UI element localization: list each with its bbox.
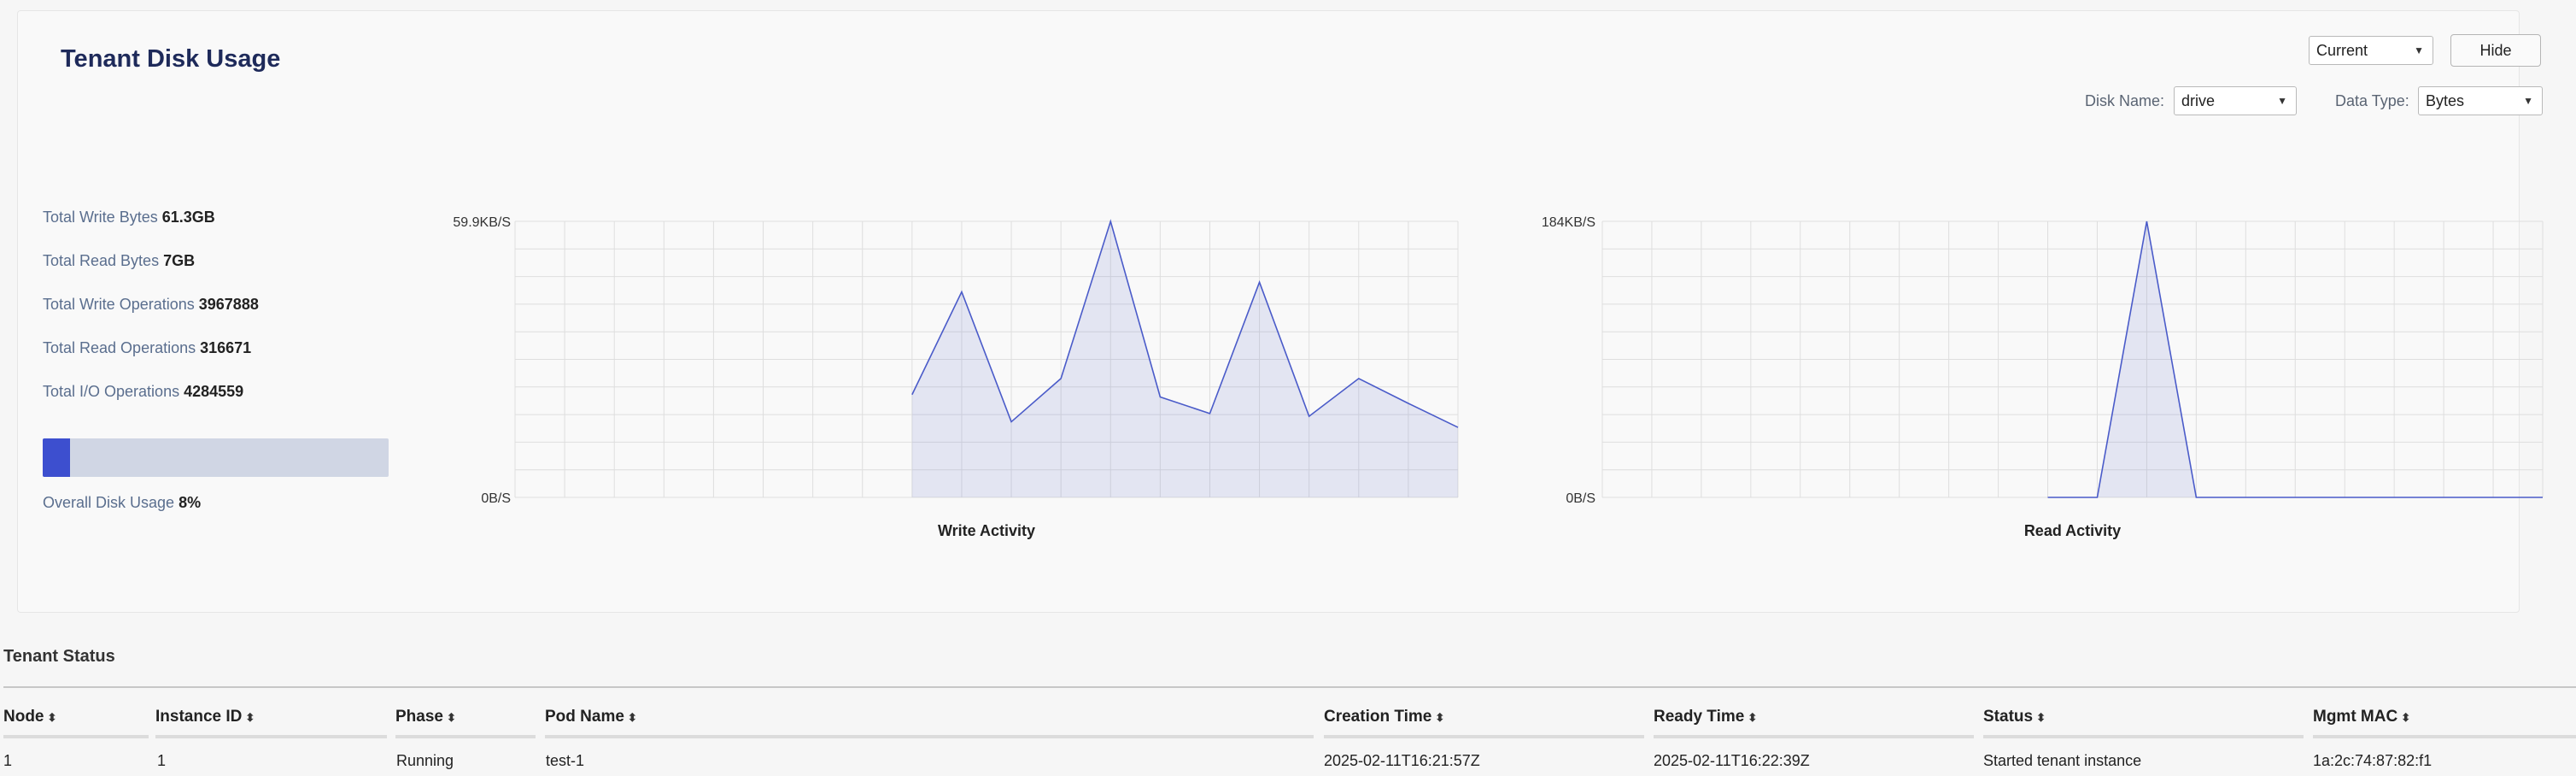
y-axis-min-label: 0B/S <box>1566 491 1595 506</box>
column-header-label: Status <box>1983 708 2034 726</box>
sort-icon: ⬍ <box>446 711 456 724</box>
column-header-ready-time[interactable]: Ready Time ⬍ <box>1654 708 1974 738</box>
chart-title: Write Activity <box>938 522 1035 539</box>
sort-icon: ⬍ <box>1748 711 1758 724</box>
sort-icon: ⬍ <box>2036 711 2046 724</box>
column-header-label: Phase <box>395 708 443 726</box>
column-header-instance-id[interactable]: Instance ID ⬍ <box>155 708 387 738</box>
cell-instance-id: 1 <box>157 752 167 769</box>
sort-icon: ⬍ <box>47 711 57 724</box>
tenant-status-title: Tenant Status <box>3 647 115 666</box>
column-header-label: Mgmt MAC <box>2313 708 2398 726</box>
sort-icon: ⬍ <box>245 711 255 724</box>
sort-icon: ⬍ <box>1435 711 1445 724</box>
section-divider <box>3 686 2576 688</box>
cell-node: 1 <box>3 752 13 769</box>
column-header-creation-time[interactable]: Creation Time ⬍ <box>1324 708 1644 738</box>
column-header-pod-name[interactable]: Pod Name ⬍ <box>545 708 1314 738</box>
y-axis-min-label: 0B/S <box>481 491 511 506</box>
column-header-label: Ready Time <box>1654 708 1745 726</box>
cell-phase: Running <box>396 752 454 769</box>
y-axis-max-label: 184KB/S <box>1542 215 1595 230</box>
sort-icon: ⬍ <box>2401 711 2411 724</box>
cell-mgmt-mac: 1a:2c:74:87:82:f1 <box>2313 752 2433 769</box>
sort-icon: ⬍ <box>627 711 637 724</box>
column-header-phase[interactable]: Phase ⬍ <box>395 708 536 738</box>
cell-ready-time: 2025-02-11T16:22:39Z <box>1654 752 1810 769</box>
cell-creation-time: 2025-02-11T16:21:57Z <box>1324 752 1480 769</box>
cell-pod-name: test-1 <box>546 752 585 769</box>
activity-charts: 59.9KB/S 0B/S Write Activity 184KB/S 0B/S Rea… <box>453 215 2544 539</box>
column-header-label: Instance ID <box>155 708 243 726</box>
y-axis-max-label: 59.9KB/S <box>453 215 511 230</box>
chart-title: Read Activity <box>2024 522 2121 539</box>
column-header-label: Node <box>3 708 44 726</box>
cell-status: Started tenant instance <box>1983 752 2142 769</box>
column-header-status[interactable]: Status ⬍ <box>1983 708 2304 738</box>
column-header-mgmt-mac[interactable]: Mgmt MAC ⬍ <box>2313 708 2576 738</box>
column-header-node[interactable]: Node ⬍ <box>3 708 149 738</box>
column-header-label: Creation Time <box>1324 708 1432 726</box>
column-header-label: Pod Name <box>545 708 624 726</box>
